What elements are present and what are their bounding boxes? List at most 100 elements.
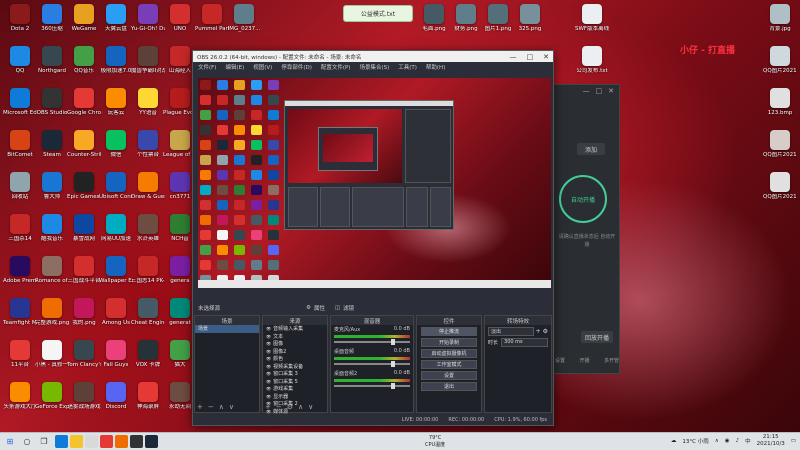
properties-button[interactable]: 属性 — [314, 304, 325, 312]
slider-handle[interactable] — [390, 339, 395, 345]
desktop-icon[interactable]: 网易UU加速 — [100, 214, 132, 256]
minimize-icon[interactable]: — — [583, 87, 590, 97]
add-icon[interactable]: + — [265, 403, 271, 411]
desktop-icon[interactable]: Cheat Engine — [131, 298, 165, 340]
maximize-icon[interactable]: □ — [596, 87, 603, 97]
desktop-icon[interactable]: 我的.png — [68, 298, 100, 340]
visibility-icon[interactable]: 👁 — [266, 386, 271, 391]
source-item[interactable]: 👁 显示器 — [263, 393, 327, 401]
desktop-icon[interactable]: Fall Guys — [100, 340, 132, 382]
ime-indicator[interactable]: 中 — [745, 437, 751, 445]
remove-icon[interactable]: − — [208, 403, 214, 411]
gear-icon[interactable]: ⚙ — [287, 403, 293, 411]
desktop-icon[interactable]: Tom Clancy's R... — [67, 340, 101, 382]
obs-minimize-icon[interactable]: — — [510, 53, 517, 61]
desktop-icon[interactable]: 图片1.png — [482, 4, 514, 46]
source-item[interactable]: 👁 窗口采集 3 — [263, 370, 327, 378]
desktop-icon[interactable]: 个性票台 — [132, 130, 164, 172]
desktop-icon[interactable]: 背景.jpg — [764, 4, 796, 46]
gear-icon[interactable]: ⚙ — [306, 305, 311, 311]
desktop-icon[interactable]: 回收站 — [4, 172, 36, 214]
steam-icon[interactable] — [145, 435, 158, 448]
tray-chevron-icon[interactable]: ∧ — [715, 438, 719, 444]
task-view-icon[interactable]: ❐ — [37, 435, 51, 449]
network-icon[interactable]: ◉ — [725, 438, 730, 444]
up-icon[interactable]: ∧ — [298, 403, 303, 411]
windows-start-icon[interactable]: ⊞ — [3, 435, 17, 449]
visibility-icon[interactable]: 👁 — [266, 394, 271, 399]
desktop-icon[interactable]: SWF版本离线.mdx — [575, 4, 609, 46]
menu-tools[interactable]: 工具(T) — [398, 63, 417, 71]
desktop-icon[interactable]: YY语音 — [132, 88, 164, 130]
add-icon[interactable]: + — [536, 328, 541, 335]
menu-profile[interactable]: 配置文件(P) — [321, 63, 351, 71]
desktop-icon[interactable]: BitComet — [4, 130, 36, 172]
control-button[interactable]: 启动虚拟摄像机 — [421, 349, 477, 358]
filters-button[interactable]: 滤镜 — [343, 304, 354, 312]
desktop-icon[interactable]: Teamfight Manager — [3, 298, 37, 340]
scene-item[interactable]: 场景 — [195, 325, 259, 333]
source-item[interactable]: 👁 窗口采集 5 — [263, 378, 327, 386]
visibility-icon[interactable]: 👁 — [266, 356, 271, 361]
desktop-icon[interactable]: UNO — [164, 4, 196, 46]
desktop-icon[interactable]: Pummel Party — [195, 4, 229, 46]
slider-handle[interactable] — [390, 383, 395, 389]
menu-docks[interactable]: 停靠部件(D) — [281, 63, 312, 71]
desktop-icon[interactable]: Discord — [100, 382, 132, 424]
desktop-icon[interactable]: 123.bmp — [764, 88, 796, 130]
desktop-icon[interactable]: VOX 卡牌 — [132, 340, 164, 382]
volume-slider[interactable] — [334, 339, 410, 345]
desktop-icon[interactable]: QQ音乐 — [68, 46, 100, 88]
desktop-icon[interactable]: Epic Games Launcher — [67, 172, 101, 214]
source-item[interactable]: 👁 游戏采集 — [263, 385, 327, 393]
down-icon[interactable]: ∨ — [308, 403, 313, 411]
desktop-icon[interactable]: Wallpaper Engine:... — [99, 256, 133, 298]
volume-slider[interactable] — [334, 383, 410, 389]
cpu-temp-widget[interactable]: 79°C CPU温度 — [425, 435, 445, 448]
control-button[interactable]: 工作室模式 — [421, 360, 477, 369]
desktop-icon[interactable]: 玩客云 — [100, 88, 132, 130]
source-item[interactable]: 👁 颜色 — [263, 355, 327, 363]
desktop-icon[interactable]: 魔兽争霸II对战平台 — [131, 46, 165, 88]
search-icon[interactable]: ○ — [20, 435, 34, 449]
menu-edit[interactable]: 编辑(E) — [225, 63, 244, 71]
desktop-icon[interactable]: 迷雾战场游戏 — [67, 382, 101, 424]
desktop-icon[interactable]: Draw & Guess — [131, 172, 165, 214]
source-item[interactable]: 👁 图像2 — [263, 348, 327, 356]
weather-text[interactable]: 13°C 小雨 — [682, 437, 708, 445]
remove-icon[interactable]: − — [276, 403, 282, 411]
clock[interactable]: 21:15 2021/10/3 — [757, 434, 785, 448]
desktop-icon[interactable]: 三国战斗平台 — [67, 256, 101, 298]
desktop-icon[interactable]: 三国志14 PK-SC — [131, 256, 165, 298]
obs-maximize-icon[interactable]: □ — [527, 53, 534, 61]
panel-footer-settings[interactable]: 设置 — [555, 357, 565, 364]
chrome-icon[interactable] — [100, 435, 113, 448]
desktop-icon[interactable]: QQ — [4, 46, 36, 88]
desktop-icon[interactable]: 暴雪战网 — [68, 214, 100, 256]
desktop-icon[interactable]: Romance of the Three... — [35, 256, 69, 298]
control-button[interactable]: 设置 — [421, 371, 477, 380]
app-icon[interactable] — [115, 435, 128, 448]
menu-help[interactable]: 帮助(H) — [426, 63, 445, 71]
desktop-icon[interactable]: 极限加速7.0 — [100, 46, 132, 88]
source-item[interactable]: 👁 音频输入采集 — [263, 325, 327, 333]
desktop-icon[interactable]: Counter-Strike: Global Off... — [67, 130, 101, 172]
control-button[interactable]: 停止推流 — [421, 327, 477, 336]
desktop-icon[interactable]: 公司发布.txt — [576, 46, 608, 88]
control-button[interactable]: 退出 — [421, 382, 477, 391]
visibility-icon[interactable]: 👁 — [266, 334, 271, 339]
desktop-icon[interactable]: Ubisoft Connect — [99, 172, 133, 214]
store-icon[interactable] — [85, 435, 98, 448]
visibility-icon[interactable]: 👁 — [266, 326, 271, 331]
replay-live-button[interactable]: 回放开播 — [581, 331, 613, 343]
desktop-icon[interactable]: Northgard — [36, 46, 68, 88]
desktop-icon[interactable]: Yu-Gi-Oh! Duel Links — [131, 4, 165, 46]
up-icon[interactable]: ∧ — [219, 403, 224, 411]
visibility-icon[interactable]: 👁 — [266, 349, 271, 354]
notify-file-icon[interactable]: 公益模式.txt — [343, 5, 413, 22]
duration-input[interactable]: 300 ms — [501, 338, 548, 347]
source-item[interactable]: 👁 视频采集设备 — [263, 363, 327, 371]
desktop-icon[interactable]: 11平台 — [4, 340, 36, 382]
desktop-icon[interactable]: QQ图片20210... — [763, 172, 797, 214]
visibility-icon[interactable]: 👁 — [266, 371, 271, 376]
